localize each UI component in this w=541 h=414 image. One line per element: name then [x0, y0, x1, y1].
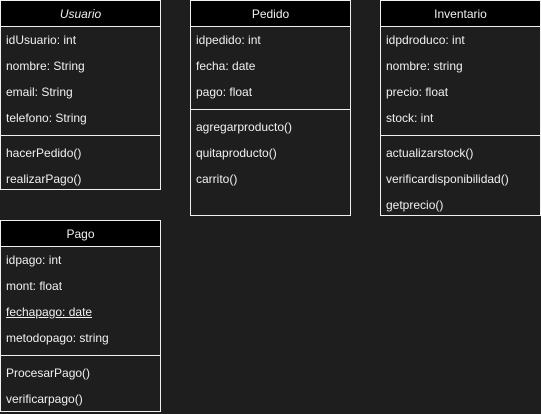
class-inventario-title[interactable]: Inventario	[381, 1, 540, 27]
class-inventario[interactable]: Inventario idpdroduco: int nombre: strin…	[380, 0, 541, 216]
attribute[interactable]: metodopago: string	[1, 325, 160, 351]
diagram-canvas: Usuario idUsuario: int nombre: String em…	[0, 0, 541, 414]
method[interactable]: ProcesarPago()	[1, 360, 160, 386]
method[interactable]: verificardisponibilidad()	[381, 166, 540, 192]
attribute[interactable]: idpdroduco: int	[381, 27, 540, 53]
class-pago-title[interactable]: Pago	[1, 221, 160, 247]
class-inventario-methods: actualizarstock() verificardisponibilida…	[381, 136, 540, 218]
class-pago[interactable]: Pago idpago: int mont: float fechapago: …	[0, 220, 161, 412]
attribute[interactable]: fecha: date	[191, 53, 350, 79]
class-pedido-title[interactable]: Pedido	[191, 1, 350, 27]
attribute[interactable]: mont: float	[1, 273, 160, 299]
method[interactable]: realizarPago()	[1, 166, 160, 192]
class-pedido-attributes: idpedido: int fecha: date pago: float	[191, 27, 350, 110]
attribute[interactable]: nombre: String	[1, 53, 160, 79]
class-usuario[interactable]: Usuario idUsuario: int nombre: String em…	[0, 0, 161, 190]
class-pedido-methods: agregarproducto() quitaproducto() carrit…	[191, 110, 350, 192]
class-pedido[interactable]: Pedido idpedido: int fecha: date pago: f…	[190, 0, 351, 216]
attribute[interactable]: pago: float	[191, 79, 350, 105]
class-usuario-methods: hacerPedido() realizarPago()	[1, 136, 160, 192]
attribute-static[interactable]: fechapago: date	[1, 299, 160, 325]
method[interactable]: getprecio()	[381, 192, 540, 218]
class-inventario-attributes: idpdroduco: int nombre: string precio: f…	[381, 27, 540, 136]
method[interactable]: verificarpago()	[1, 386, 160, 412]
attribute[interactable]: idUsuario: int	[1, 27, 160, 53]
class-pago-attributes: idpago: int mont: float fechapago: date …	[1, 247, 160, 356]
attribute[interactable]: precio: float	[381, 79, 540, 105]
method[interactable]: hacerPedido()	[1, 140, 160, 166]
class-usuario-title[interactable]: Usuario	[1, 1, 160, 27]
method[interactable]: quitaproducto()	[191, 140, 350, 166]
attribute[interactable]: email: String	[1, 79, 160, 105]
attribute[interactable]: stock: int	[381, 105, 540, 131]
class-pago-methods: ProcesarPago() verificarpago()	[1, 356, 160, 412]
attribute[interactable]: nombre: string	[381, 53, 540, 79]
attribute-static-text: fechapago: date	[6, 305, 93, 319]
method[interactable]: agregarproducto()	[191, 114, 350, 140]
attribute[interactable]: idpedido: int	[191, 27, 350, 53]
attribute[interactable]: idpago: int	[1, 247, 160, 273]
attribute[interactable]: telefono: String	[1, 105, 160, 131]
method[interactable]: carrito()	[191, 166, 350, 192]
method[interactable]: actualizarstock()	[381, 140, 540, 166]
class-usuario-attributes: idUsuario: int nombre: String email: Str…	[1, 27, 160, 136]
